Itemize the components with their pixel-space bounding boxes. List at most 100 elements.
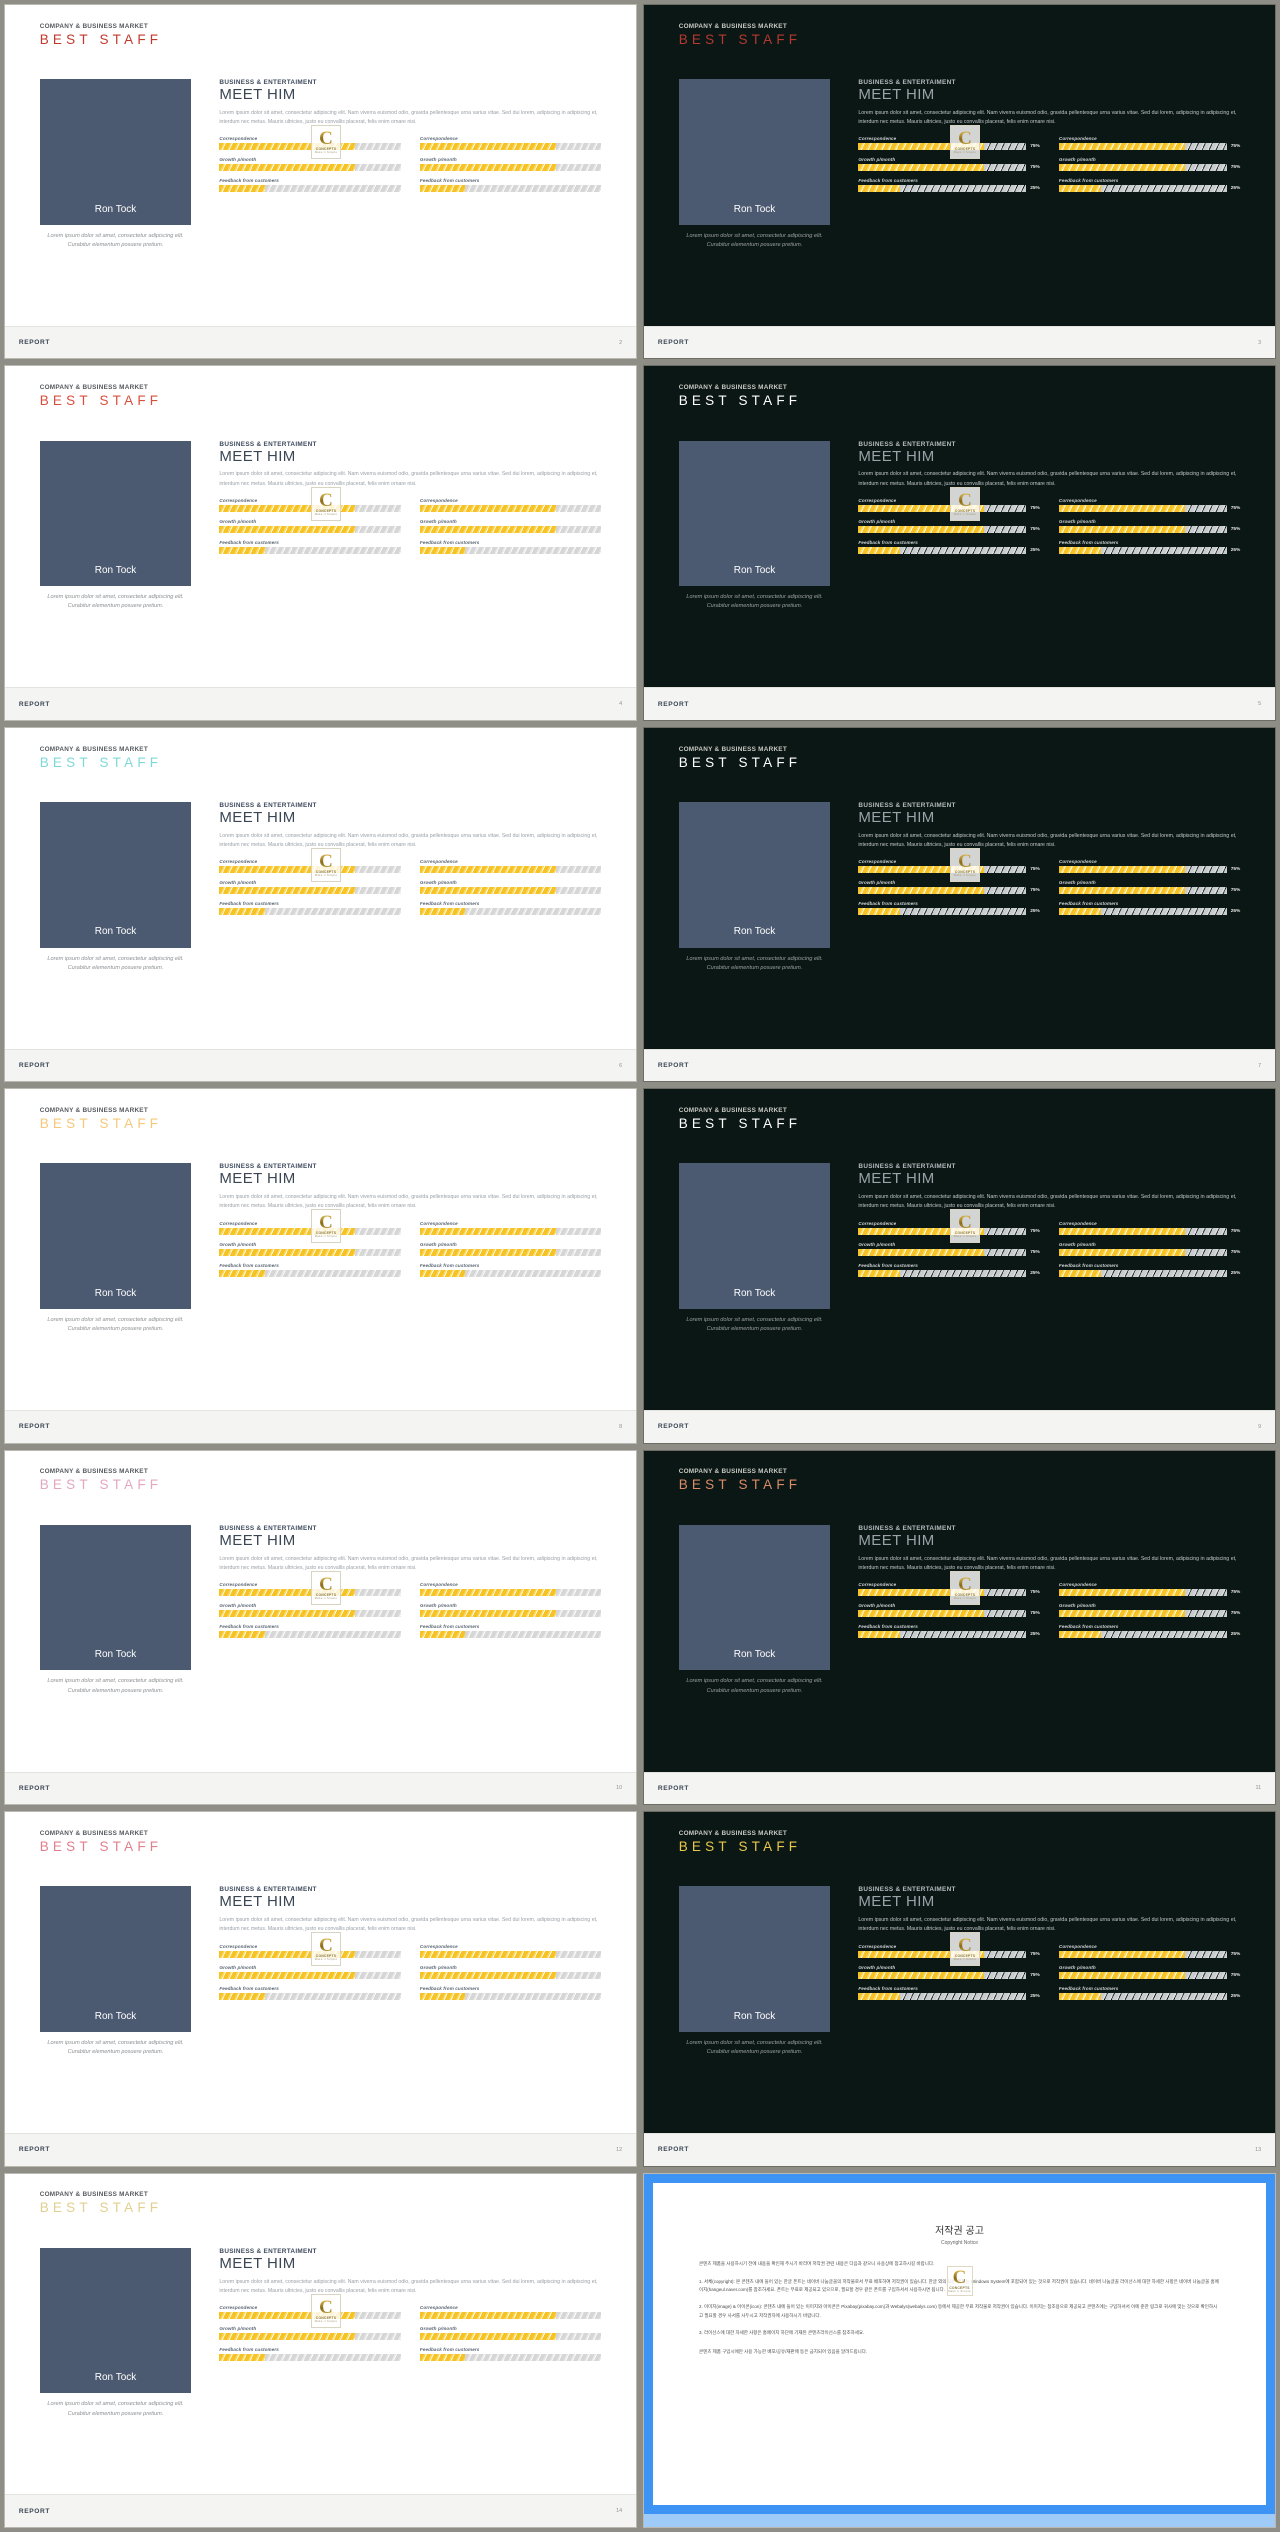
progress-bar-track [984,866,1027,874]
stat-bar-row: 75% [1058,1227,1240,1235]
stat-item: Growth p/month [419,1242,602,1256]
slide-body: Ron Tock Lorem ipsum dolor sit amet, cons… [5,2247,636,2485]
progress-bar-track [465,1631,602,1639]
profile-caption: Lorem ipsum dolor sit amet, consectetur … [686,1317,823,1333]
progress-bar [858,164,1027,172]
copyright-slide[interactable]: 저작권 공고 Copyright Notice 콘텐츠 제품을 사용하시기 전에 내… [643,2172,1276,2528]
progress-bar-fill [419,1971,556,1979]
stat-item: Feedback from customers 25% [858,178,1040,193]
slide-body: Ron Tock Lorem ipsum dolor sit amet, cons… [5,1886,636,2123]
stats-block: Correspondence Growth p/month Feedback fro… [219,859,602,922]
progress-bar [858,887,1027,895]
stat-label: Feedback from customers [219,1624,279,1630]
profile-caption: Lorem ipsum dolor sit amet, consectetur … [47,1317,184,1333]
stat-item: Growth p/month 75% [858,1603,1040,1618]
progress-bar-fill [419,525,556,533]
stat-label: Growth p/month [219,1603,257,1609]
progress-bar-fill [1058,1992,1101,2000]
stat-label: Feedback from customers [419,1985,480,1991]
profile-column: Ron Tock Lorem ipsum dolor sit amet, cons… [678,79,831,316]
progress-bar [1058,1992,1227,2000]
stat-bar-row [419,1610,602,1618]
slide-header: COMPANY & BUSINESS MARKET BEST STAFF [679,1830,802,1854]
stat-bar-row [219,908,401,916]
slide-thumbnail[interactable]: COMPANY & BUSINESS MARKET BEST STAFF Ron T… [643,1088,1276,1444]
stat-percent: 25% [1030,1270,1040,1276]
stat-column-right: Correspondence 75% Growth p/month 75% Feedba… [1058,1943,1241,2007]
stat-bar-row [419,1950,602,1958]
stat-label: Feedback from customers [219,1262,279,1268]
footer-page-number: 9 [1258,1423,1262,1430]
slide-thumbnail[interactable]: COMPANY & BUSINESS MARKET BEST STAFF Ron T… [643,726,1276,1083]
progress-bar [858,525,1027,533]
footer-label: REPORT [18,2146,50,2154]
stat-label: Growth p/month [858,1241,896,1247]
footer-page-number: 8 [619,1423,623,1430]
deck-title: BEST STAFF [678,1838,802,1854]
progress-bar [1058,908,1227,916]
footer-label: REPORT [18,1784,50,1792]
section-kicker: BUSINESS & ENTERTAIMENT [219,79,317,87]
stat-column-left: Correspondence 75% Growth p/month 75% Feedba… [858,136,1040,199]
slide-header: COMPANY & BUSINESS MARKET BEST STAFF [40,384,163,408]
section-paragraph: Lorem ipsum dolor sit amet, consectetur … [219,1917,598,1933]
stat-percent: 75% [1230,1611,1241,1617]
section-title: MEET HIM [219,447,296,465]
company-kicker: COMPANY & BUSINESS MARKET [39,2191,148,2199]
progress-bar-fill [219,1950,356,1958]
stat-item: Correspondence [219,1582,401,1597]
profile-caption: Lorem ipsum dolor sit amet, consectetur … [47,594,184,610]
slide-thumbnail[interactable]: COMPANY & BUSINESS MARKET BEST STAFF Ron T… [643,1811,1276,2167]
slide-thumbnail[interactable]: COMPANY & BUSINESS MARKET BEST STAFF Ron T… [4,726,637,1083]
stat-column-left: Correspondence Growth p/month Feedback fro… [219,1944,401,2007]
section-kicker: BUSINESS & ENTERTAIMENT [219,1886,317,1894]
slide-thumbnail[interactable]: COMPANY & BUSINESS MARKET BEST STAFF Ron T… [643,4,1276,360]
stat-bar-row: 25% [1058,908,1240,916]
slide-thumbnail[interactable]: COMPANY & BUSINESS MARKET BEST STAFF Ron T… [4,4,637,360]
profile-column: Ron Tock Lorem ipsum dolor sit amet, cons… [678,802,831,1039]
stat-bar-row [219,2354,401,2362]
stat-item: Growth p/month 75% [858,519,1040,533]
stat-bar-row: 75% [858,887,1040,895]
stat-label: Growth p/month [1058,157,1096,163]
stat-bar-row [419,164,602,172]
progress-bar-fill [1058,1269,1101,1277]
stats-block: Correspondence 75% Growth p/month 75% Feedba… [858,1944,1240,2007]
stat-item: Feedback from customers [219,2347,401,2362]
stat-item: Growth p/month [219,2326,401,2341]
stats-block: Correspondence Growth p/month Feedback fro… [219,2305,602,2368]
stat-label: Correspondence [858,1943,897,1949]
stat-label: Growth p/month [419,1964,457,1970]
content-column: BUSINESS & ENTERTAIMENT MEET HIM Lorem ips… [830,802,1240,1039]
slide-thumbnail[interactable]: COMPANY & BUSINESS MARKET BEST STAFF Ron T… [4,1088,637,1444]
deck-title: BEST STAFF [39,1477,163,1493]
profile-name: Ron Tock [733,1287,776,1299]
slide-thumbnail[interactable]: COMPANY & BUSINESS MARKET BEST STAFF Ron T… [4,2172,637,2528]
stat-bar-row [419,525,602,533]
stat-item: Growth p/month [419,2326,602,2341]
section-paragraph: Lorem ipsum dolor sit amet, consectetur … [858,109,1237,126]
stat-label: Correspondence [1058,1943,1097,1949]
stat-bar-row: 75% [1058,1610,1241,1618]
progress-bar-fill [419,1248,556,1256]
slide-thumbnail[interactable]: COMPANY & BUSINESS MARKET BEST STAFF Ron T… [4,1449,637,1806]
stat-item: Correspondence [419,2305,602,2320]
slide-thumbnail[interactable]: COMPANY & BUSINESS MARKET BEST STAFF Ron T… [643,365,1276,721]
stat-bar-row [219,1248,401,1256]
stat-percent: 25% [1030,1632,1040,1638]
stat-column-right: Correspondence 75% Growth p/month 75% Feedba… [1058,859,1240,922]
content-column: BUSINESS & ENTERTAIMENT MEET HIM Lorem ips… [830,79,1240,316]
stat-percent: 75% [1230,1972,1241,1978]
slide-thumbnail[interactable]: COMPANY & BUSINESS MARKET BEST STAFF Ron T… [4,1811,637,2167]
progress-bar-track [984,504,1027,512]
stat-column-left: Correspondence 75% Growth p/month 75% Feedba… [858,1221,1040,1284]
slide-thumbnail[interactable]: COMPANY & BUSINESS MARKET BEST STAFF Ron T… [4,365,637,721]
progress-bar-track [355,525,401,533]
progress-bar [419,1610,602,1618]
slide-thumbnail[interactable]: COMPANY & BUSINESS MARKET BEST STAFF Ron T… [643,1449,1276,1806]
stat-bar-row: 75% [1058,525,1240,533]
progress-bar-fill [219,2312,356,2320]
company-kicker: COMPANY & BUSINESS MARKET [39,745,148,753]
progress-bar-fill [419,908,466,916]
footer-label: REPORT [657,1784,689,1792]
